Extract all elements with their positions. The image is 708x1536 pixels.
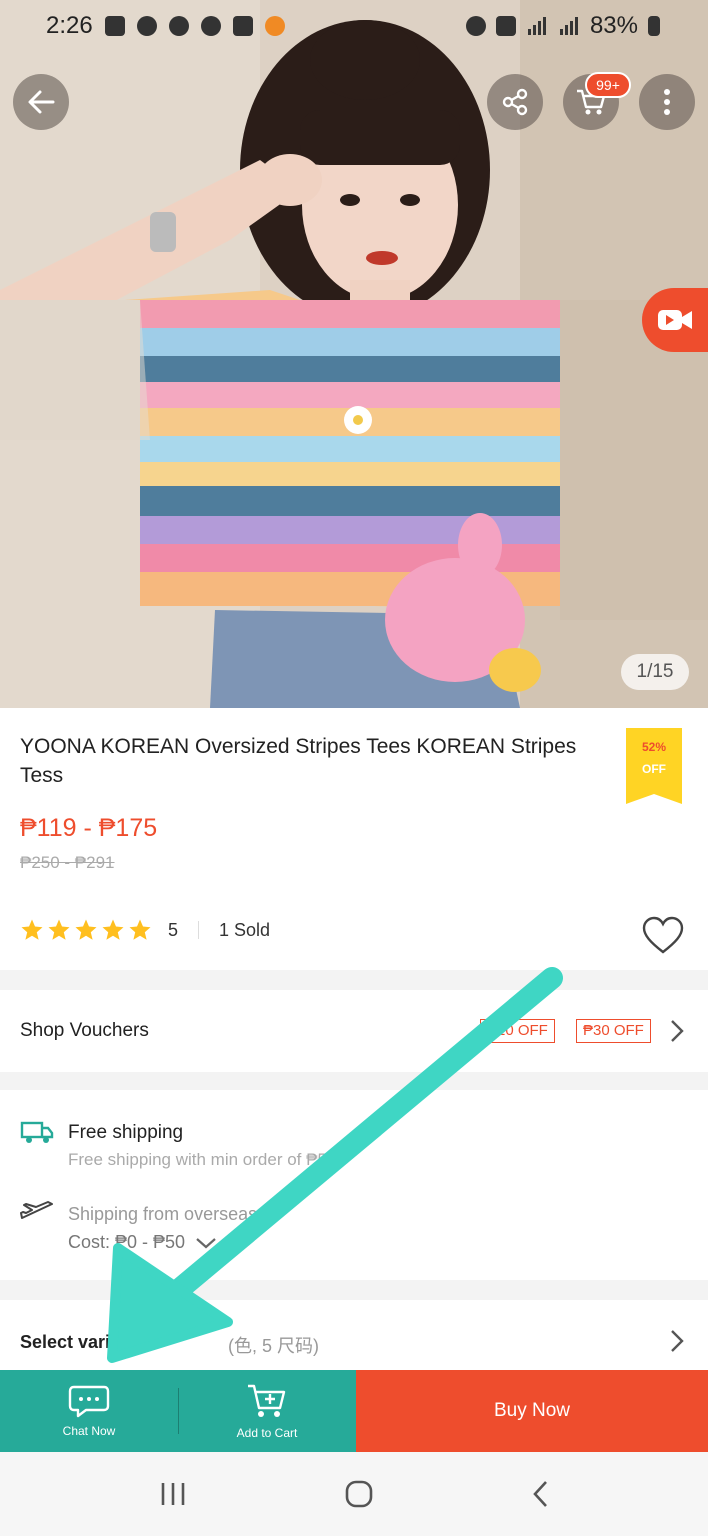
like-button[interactable] (642, 916, 684, 956)
arrow-left-icon (28, 90, 55, 114)
divider (198, 921, 200, 939)
star-icon (48, 919, 70, 940)
product-info-card: YOONA KOREAN Oversized Stripes Tees KORE… (0, 708, 708, 970)
shop-vouchers-row[interactable]: Shop Vouchers ₱20 OFF ₱30 OFF (0, 990, 708, 1072)
shipping-origin: Shipping from overseas (68, 1204, 258, 1224)
share-icon (502, 88, 528, 116)
image-counter: 1/15 (621, 654, 689, 690)
chrome-icon (200, 16, 221, 36)
truck-icon (20, 1121, 54, 1143)
chat-icon (68, 1385, 110, 1418)
rating-stars (20, 918, 152, 942)
voucher-chip[interactable]: ₱20 OFF (480, 1019, 555, 1043)
battery-percent: 83% (589, 12, 638, 39)
secondary-actions: Chat Now Add to Cart (0, 1370, 356, 1452)
shipping-cost: Cost: ₱0 - ₱50 (68, 1232, 186, 1252)
chat-now-label: Chat Now (62, 1424, 116, 1438)
chevron-right-icon (671, 1330, 684, 1352)
video-button[interactable] (642, 288, 708, 352)
rating-row: 5 1 Sold (20, 918, 270, 942)
alarm-icon (465, 16, 486, 36)
chevron-right-icon (671, 1020, 684, 1042)
bottom-action-bar: Chat Now Add to Cart Buy Now (0, 1370, 708, 1452)
discount-badge: 52% OFF (626, 728, 682, 804)
chat-now-button[interactable]: Chat Now (0, 1370, 178, 1452)
system-navigation-bar (0, 1452, 708, 1536)
add-to-cart-icon (248, 1384, 286, 1417)
star-icon (129, 919, 151, 940)
recent-apps-icon[interactable] (158, 1481, 188, 1507)
discount-percent: 52% (641, 740, 667, 754)
product-image-gallery[interactable]: 2:26 83% 99+ 1/15 (0, 0, 708, 708)
original-price: ₱250 - ₱291 (20, 853, 115, 872)
heart-icon (642, 916, 684, 954)
select-variation-label: Select variation (20, 1332, 154, 1352)
shop-vouchers-label: Shop Vouchers (20, 1020, 149, 1041)
rating-value: 5 (168, 919, 179, 940)
signal-icon (559, 17, 578, 35)
more-options-button[interactable] (639, 74, 695, 130)
shipping-cost-row[interactable]: Cost: ₱0 - ₱50 (68, 1232, 217, 1253)
home-icon[interactable] (344, 1479, 374, 1509)
airplane-icon (20, 1201, 53, 1219)
sold-count: 1 Sold (219, 919, 271, 940)
divider (178, 1388, 179, 1434)
mute-icon (495, 16, 516, 36)
free-shipping-condition: Free shipping with min order of ₱500 (68, 1150, 346, 1169)
add-to-cart-label: Add to Cart (236, 1426, 298, 1440)
back-button[interactable] (13, 74, 69, 130)
chrome-icon (168, 16, 189, 36)
shipping-card[interactable]: Free shipping Free shipping with min ord… (0, 1090, 708, 1280)
notification-icon (232, 16, 253, 36)
shopee-icon (264, 16, 285, 36)
buy-now-button[interactable]: Buy Now (356, 1370, 708, 1452)
status-bar: 2:26 83% (0, 0, 708, 52)
signal-icon (527, 17, 546, 35)
cart-count-badge: 99+ (585, 72, 631, 98)
chevron-down-icon (196, 1237, 216, 1248)
free-shipping-title: Free shipping (68, 1122, 184, 1143)
add-to-cart-button[interactable]: Add to Cart (178, 1370, 356, 1452)
video-camera-icon (658, 310, 692, 330)
chrome-icon (136, 16, 157, 36)
product-page: 2:26 83% 99+ 1/15 YOONA KOREAN Oversized… (0, 0, 708, 1536)
voucher-chip[interactable]: ₱30 OFF (576, 1019, 651, 1043)
star-icon (102, 919, 124, 940)
back-nav-icon[interactable] (530, 1479, 550, 1509)
price-range: ₱119 - ₱175 (20, 814, 158, 842)
select-variation-row[interactable]: Select variation (色, 5 尺码) (0, 1300, 708, 1370)
star-icon (75, 919, 97, 940)
more-vertical-icon (664, 89, 670, 115)
bag-icon (104, 16, 125, 36)
status-time: 2:26 (46, 12, 93, 39)
battery-icon (648, 16, 660, 36)
share-button[interactable] (487, 74, 543, 130)
star-icon (21, 919, 43, 940)
discount-off-label: OFF (642, 762, 666, 776)
product-title: YOONA KOREAN Oversized Stripes Tees KORE… (20, 735, 577, 787)
variation-summary: (色, 5 尺码) (228, 1336, 320, 1356)
